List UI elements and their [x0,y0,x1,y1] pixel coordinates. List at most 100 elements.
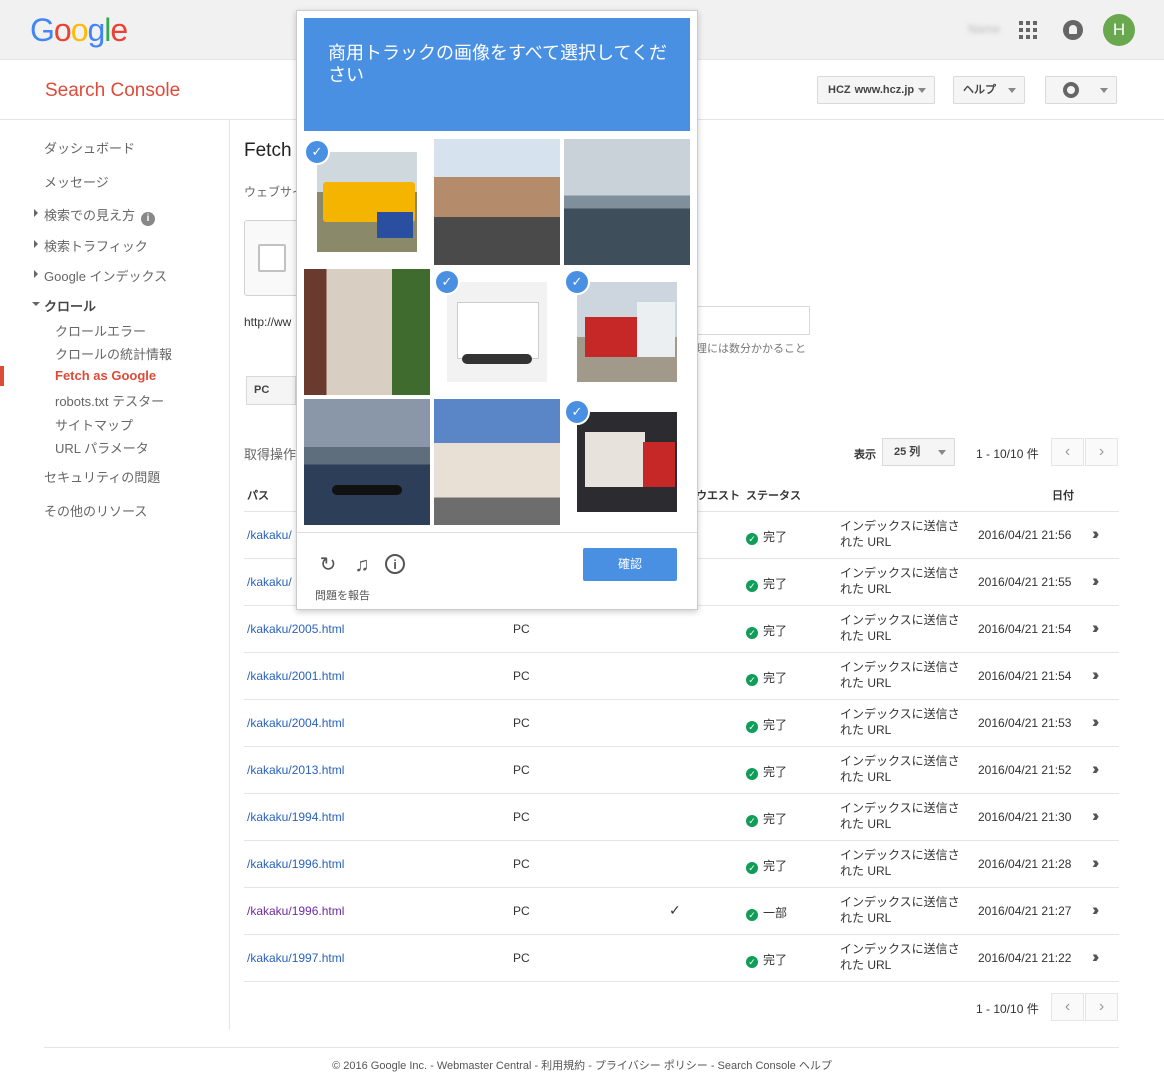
path-link[interactable]: /kakaku/2004.html [247,716,344,730]
page-title: Fetch [244,140,292,161]
captcha-tile[interactable] [434,139,560,265]
check-circle-icon: ✓ [746,674,758,686]
status-text: 完了 [763,812,788,826]
sidebar-item-security[interactable]: セキュリティの問題 [44,467,160,486]
status-cell: ✓ 完了 [746,716,787,733]
sidebar-item-other-resources[interactable]: その他のリソース [44,501,147,520]
path-link[interactable]: /kakaku/ [247,575,292,589]
captcha-header: 商用トラックの画像をすべて選択してください [304,18,690,131]
captcha-tile[interactable] [564,139,690,265]
selected-check-icon: ✓ [434,269,460,295]
chevron-down-icon [918,88,926,93]
captcha-tile[interactable] [304,269,430,395]
recaptcha-checkbox[interactable] [258,244,286,272]
site-selector[interactable]: HCZ www.hcz.jp [817,76,935,104]
details-chevron-icon[interactable]: ›› [1092,712,1100,732]
rows-per-page-value: 25 列 [894,446,921,458]
details-chevron-icon[interactable]: ›› [1092,900,1100,920]
headphones-icon[interactable]: ♫ [351,554,373,576]
prev-page-button-bottom[interactable]: ‹ [1051,993,1084,1021]
sidebar-item-sitemaps[interactable]: サイトマップ [55,415,133,434]
selected-check-icon: ✓ [304,139,330,165]
settings-button[interactable] [1045,76,1117,104]
rows-label: 表示 [854,449,876,461]
captcha-tile[interactable] [434,399,560,525]
date-cell: 2016/04/21 21:56 [978,528,1072,542]
reload-icon[interactable]: ↻ [317,554,339,576]
sidebar-item-google-index[interactable]: Google インデックス [33,266,167,285]
sidebar-item-fetch-as-google[interactable]: Fetch as Google [55,368,156,383]
captcha-tile[interactable]: ✓ [564,399,690,525]
captcha-tile[interactable] [304,399,430,525]
index-status: インデックスに送信された URL [840,660,960,690]
path-link[interactable]: /kakaku/1996.html [247,857,344,871]
details-chevron-icon[interactable]: ›› [1092,947,1100,967]
date-cell: 2016/04/21 21:52 [978,763,1072,777]
info-icon[interactable]: i [141,212,156,226]
check-circle-icon: ✓ [746,815,758,827]
verify-button[interactable]: 確認 [583,548,677,581]
notifications-icon[interactable] [1063,20,1083,40]
request-tick: ✓ [669,902,681,918]
site-logo-icon: HCZ [828,84,851,96]
captcha-footer-divider [297,532,697,533]
details-chevron-icon[interactable]: ›› [1092,571,1100,591]
sidebar-item-messages[interactable]: メッセージ [44,172,109,191]
url-input[interactable] [696,306,810,335]
sidebar-item-crawl-errors[interactable]: クロールエラー [55,321,146,340]
table-row: /kakaku/1996.html PC ✓ ✓ 一部 インデックスに送信された URL 2… [244,888,1119,935]
avatar[interactable]: H [1103,14,1135,46]
details-chevron-icon[interactable]: ›› [1092,665,1100,685]
next-page-button[interactable]: › [1085,438,1118,466]
next-page-button-bottom[interactable]: › [1085,993,1118,1021]
path-link[interactable]: /kakaku/1996.html [247,904,344,918]
status-text: 一部 [763,906,788,920]
status-cell: ✓ 完了 [746,810,787,827]
device-type: PC [513,857,530,871]
date-cell: 2016/04/21 21:54 [978,669,1072,683]
details-chevron-icon[interactable]: ›› [1092,853,1100,873]
captcha-tile[interactable]: ✓ [304,139,430,265]
captcha-tile[interactable]: ✓ [434,269,560,395]
check-circle-icon: ✓ [746,956,758,968]
details-chevron-icon[interactable]: ›› [1092,759,1100,779]
logo-letter: g [87,12,105,48]
device-type: PC [513,669,530,683]
device-select[interactable]: PC [246,376,296,405]
path-link[interactable]: /kakaku/2013.html [247,763,344,777]
help-button[interactable]: ヘルプ [953,76,1025,104]
sidebar-item-crawl[interactable]: クロール [31,296,96,315]
chevron-down-icon [1100,88,1108,93]
captcha-tile[interactable]: ✓ [564,269,690,395]
status-cell: ✓ 完了 [746,622,787,639]
sidebar-item-robots-tester[interactable]: robots.txt テスター [55,391,164,410]
path-link[interactable]: /kakaku/2005.html [247,622,344,636]
path-link[interactable]: /kakaku/1994.html [247,810,344,824]
google-logo[interactable]: Google [30,12,128,49]
report-problem-link[interactable]: 問題を報告 [315,587,370,603]
path-link[interactable]: /kakaku/2001.html [247,669,344,683]
prev-page-button[interactable]: ‹ [1051,438,1084,466]
app-title[interactable]: Search Console [45,80,180,102]
info-icon[interactable]: i [385,554,405,574]
path-link[interactable]: /kakaku/ [247,528,292,542]
details-chevron-icon[interactable]: ›› [1092,618,1100,638]
path-link[interactable]: /kakaku/1997.html [247,951,344,965]
rows-per-page-select[interactable]: 25 列 [882,438,955,466]
status-text: 完了 [763,953,788,967]
apps-grid-icon[interactable] [1019,21,1037,39]
status-text: 完了 [763,530,788,544]
index-status: インデックスに送信された URL [840,754,960,784]
status-cell: ✓ 完了 [746,669,787,686]
sidebar-item-url-parameters[interactable]: URL パラメータ [55,438,149,457]
sidebar-item-search-appearance[interactable]: 検索での見え方 i [33,205,156,226]
sidebar-item-crawl-stats[interactable]: クロールの統計情報 [55,344,172,363]
status-text: 完了 [763,765,788,779]
help-label: ヘルプ [963,84,996,96]
table-row: /kakaku/2013.html PC ✓ 完了 インデックスに送信された URL 20… [244,747,1119,794]
sidebar-item-dashboard[interactable]: ダッシュボード [44,138,135,157]
details-chevron-icon[interactable]: ›› [1092,524,1100,544]
date-cell: 2016/04/21 21:22 [978,951,1072,965]
details-chevron-icon[interactable]: ›› [1092,806,1100,826]
sidebar-item-search-traffic[interactable]: 検索トラフィック [34,236,148,255]
